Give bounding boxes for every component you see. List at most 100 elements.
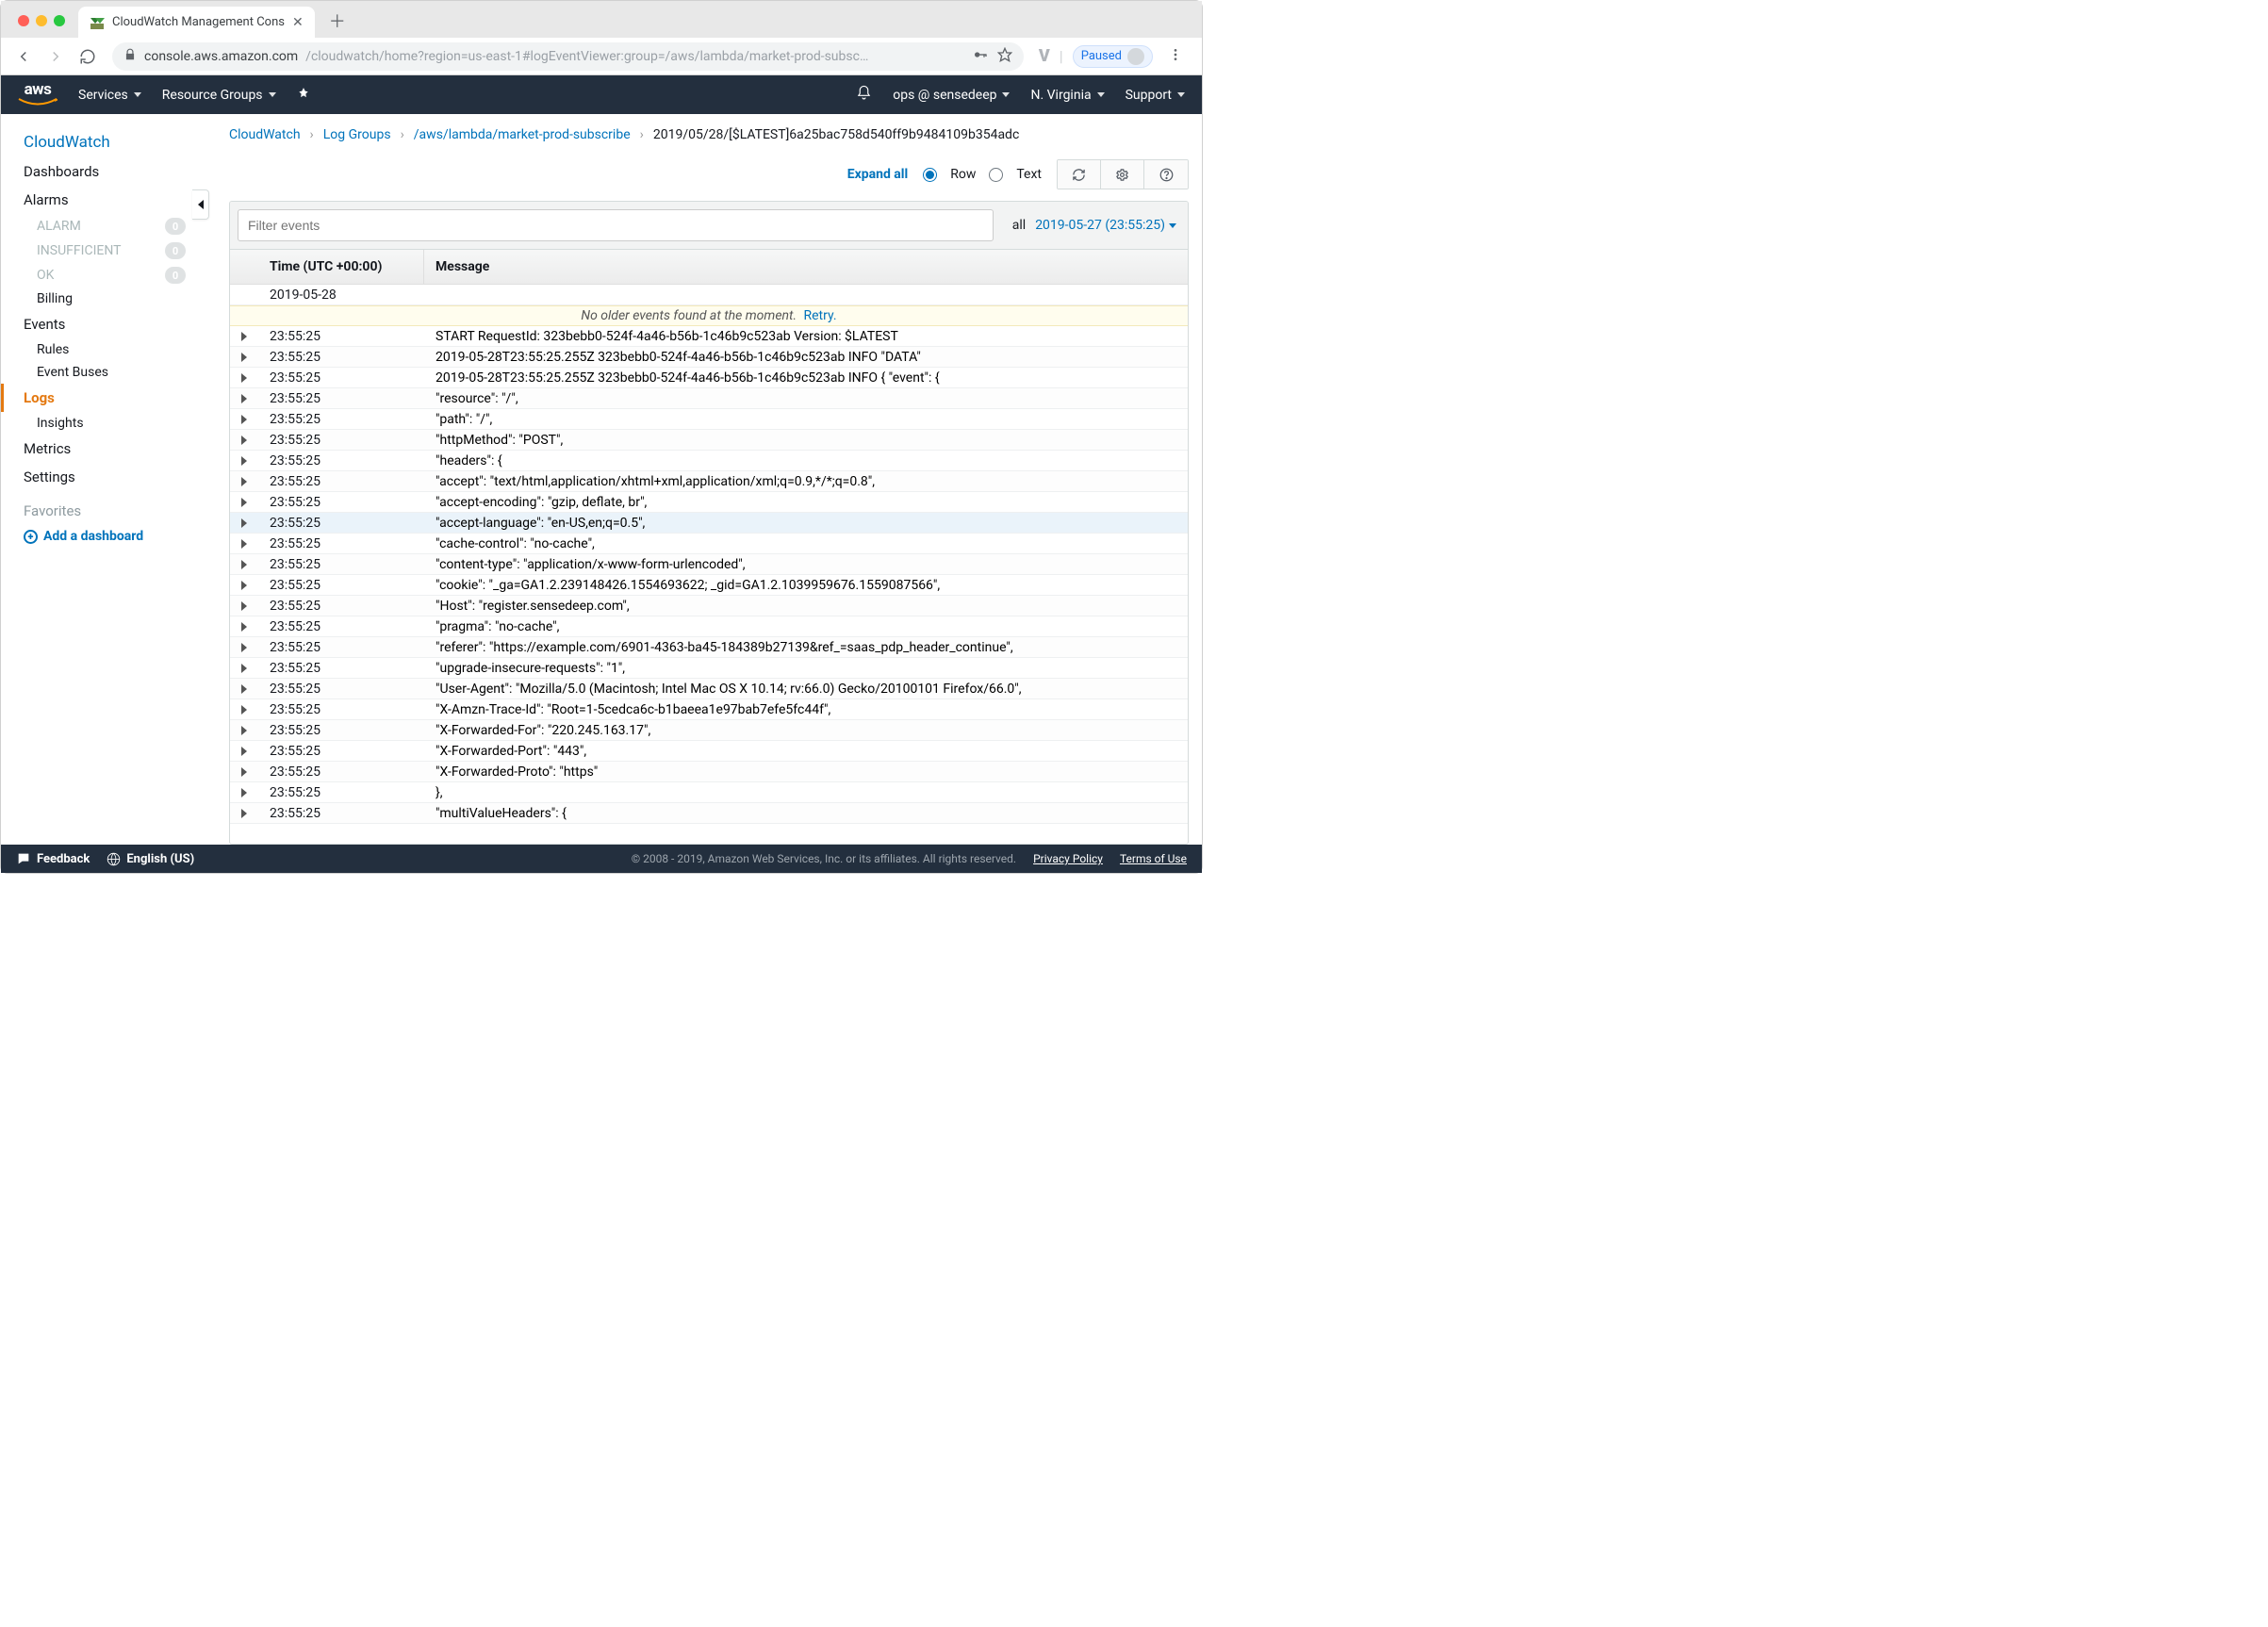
- log-row[interactable]: 23:55:25"cookie": "_ga=GA1.2.239148426.1…: [230, 575, 1188, 596]
- nav-region[interactable]: N. Virginia: [1030, 88, 1104, 103]
- log-row[interactable]: 23:55:25"multiValueHeaders": {: [230, 803, 1188, 824]
- terms-link[interactable]: Terms of Use: [1120, 852, 1187, 865]
- add-dashboard-link[interactable]: + Add a dashboard: [1, 525, 208, 548]
- expand-row-icon[interactable]: [230, 622, 258, 632]
- log-row[interactable]: 23:55:25"referer": "https://example.com/…: [230, 637, 1188, 658]
- expand-row-icon[interactable]: [230, 767, 258, 777]
- expand-row-icon[interactable]: [230, 456, 258, 466]
- sidebar-subitem-insufficient[interactable]: INSUFFICIENT0: [1, 238, 208, 263]
- expand-row-icon[interactable]: [230, 726, 258, 735]
- col-message-header[interactable]: Message: [424, 250, 1188, 284]
- sidebar-subitem-rules[interactable]: Rules: [1, 338, 208, 361]
- log-row[interactable]: 23:55:25"X-Forwarded-Proto": "https": [230, 762, 1188, 782]
- notifications-icon[interactable]: [856, 85, 872, 105]
- nav-services[interactable]: Services: [78, 88, 141, 103]
- log-row[interactable]: 23:55:25},: [230, 782, 1188, 803]
- aws-logo[interactable]: aws: [18, 82, 58, 107]
- expand-row-icon[interactable]: [230, 581, 258, 590]
- new-tab-button[interactable]: ＋: [324, 8, 351, 34]
- reload-button[interactable]: [74, 43, 101, 70]
- log-row[interactable]: 23:55:252019-05-28T23:55:25.255Z 323bebb…: [230, 347, 1188, 368]
- log-row[interactable]: 23:55:25"accept-language": "en-US,en;q=0…: [230, 513, 1188, 534]
- log-row[interactable]: 23:55:25"accept-encoding": "gzip, deflat…: [230, 492, 1188, 513]
- log-row[interactable]: 23:55:25"X-Amzn-Trace-Id": "Root=1-5cedc…: [230, 699, 1188, 720]
- key-icon[interactable]: [973, 47, 988, 66]
- expand-row-icon[interactable]: [230, 498, 258, 507]
- nav-support[interactable]: Support: [1126, 88, 1185, 103]
- expand-row-icon[interactable]: [230, 705, 258, 715]
- tab-close-icon[interactable]: ✕: [292, 16, 304, 29]
- url-bar[interactable]: console.aws.amazon.com/cloudwatch/home?r…: [112, 42, 1024, 71]
- scope-all-label[interactable]: all: [1012, 218, 1026, 233]
- crumb-loggroups[interactable]: Log Groups: [323, 127, 391, 142]
- log-row[interactable]: 23:55:25"httpMethod": "POST",: [230, 430, 1188, 451]
- expand-row-icon[interactable]: [230, 684, 258, 694]
- forward-button[interactable]: [42, 43, 69, 70]
- window-maximize-icon[interactable]: [54, 15, 65, 26]
- log-row[interactable]: 23:55:25"Host": "register.sensedeep.com"…: [230, 596, 1188, 616]
- expand-all-link[interactable]: Expand all: [847, 167, 908, 182]
- brave-icon[interactable]: V: [1039, 46, 1050, 66]
- expand-row-icon[interactable]: [230, 809, 258, 818]
- log-row[interactable]: 23:55:25"resource": "/",: [230, 388, 1188, 409]
- sidebar-subitem-insights[interactable]: Insights: [1, 412, 208, 435]
- log-row[interactable]: 23:55:25"pragma": "no-cache",: [230, 616, 1188, 637]
- log-row[interactable]: 23:55:25"X-Forwarded-Port": "443",: [230, 741, 1188, 762]
- retry-link[interactable]: Retry.: [804, 308, 837, 323]
- privacy-link[interactable]: Privacy Policy: [1033, 852, 1103, 865]
- log-row[interactable]: 23:55:25"X-Forwarded-For": "220.245.163.…: [230, 720, 1188, 741]
- window-close-icon[interactable]: [18, 15, 29, 26]
- sidebar-subitem-billing[interactable]: Billing: [1, 288, 208, 310]
- nav-resource-groups[interactable]: Resource Groups: [162, 88, 276, 103]
- log-row[interactable]: 23:55:25"path": "/",: [230, 409, 1188, 430]
- sidebar-item-settings[interactable]: Settings: [1, 463, 208, 491]
- sidebar-subitem-alarm[interactable]: ALARM0: [1, 214, 208, 238]
- sidebar-subitem-ok[interactable]: OK0: [1, 263, 208, 288]
- crumb-group[interactable]: /aws/lambda/market-prod-subscribe: [414, 127, 631, 142]
- log-row[interactable]: 23:55:252019-05-28T23:55:25.255Z 323bebb…: [230, 368, 1188, 388]
- filter-events-input[interactable]: [238, 209, 994, 241]
- sidebar-item-alarms[interactable]: Alarms: [1, 186, 208, 214]
- expand-row-icon[interactable]: [230, 332, 258, 341]
- back-button[interactable]: [10, 43, 37, 70]
- expand-row-icon[interactable]: [230, 664, 258, 673]
- crumb-cloudwatch[interactable]: CloudWatch: [229, 127, 301, 142]
- log-row[interactable]: 23:55:25"accept": "text/html,application…: [230, 471, 1188, 492]
- expand-row-icon[interactable]: [230, 560, 258, 569]
- browser-tab[interactable]: CloudWatch Management Cons ✕: [78, 7, 315, 38]
- log-row[interactable]: 23:55:25"upgrade-insecure-requests": "1"…: [230, 658, 1188, 679]
- star-icon[interactable]: [997, 47, 1012, 66]
- log-row[interactable]: 23:55:25"headers": {: [230, 451, 1188, 471]
- log-row[interactable]: 23:55:25"User-Agent": "Mozilla/5.0 (Maci…: [230, 679, 1188, 699]
- sidebar-item-logs[interactable]: Logs: [1, 384, 208, 412]
- expand-row-icon[interactable]: [230, 788, 258, 797]
- expand-row-icon[interactable]: [230, 643, 258, 652]
- expand-row-icon[interactable]: [230, 415, 258, 424]
- expand-row-icon[interactable]: [230, 394, 258, 403]
- nav-account[interactable]: ops @ sensedeep: [893, 88, 1010, 103]
- sidebar-item-metrics[interactable]: Metrics: [1, 435, 208, 463]
- radio-row[interactable]: [923, 168, 937, 182]
- log-row[interactable]: 23:55:25START RequestId: 323bebb0-524f-4…: [230, 326, 1188, 347]
- expand-row-icon[interactable]: [230, 518, 258, 528]
- expand-row-icon[interactable]: [230, 747, 258, 756]
- sidebar-item-dashboards[interactable]: Dashboards: [1, 157, 208, 186]
- log-row[interactable]: 23:55:25"cache-control": "no-cache",: [230, 534, 1188, 554]
- table-body[interactable]: 2019-05-28 No older events found at the …: [230, 285, 1188, 844]
- browser-menu-icon[interactable]: [1162, 47, 1189, 66]
- expand-row-icon[interactable]: [230, 436, 258, 445]
- sidebar-subitem-event-buses[interactable]: Event Buses: [1, 361, 208, 384]
- window-minimize-icon[interactable]: [36, 15, 47, 26]
- expand-row-icon[interactable]: [230, 353, 258, 362]
- filter-date-picker[interactable]: 2019-05-27 (23:55:25): [1035, 218, 1176, 233]
- sidebar-item-events[interactable]: Events: [1, 310, 208, 338]
- nav-pin-icon[interactable]: [297, 87, 310, 104]
- col-time-header[interactable]: Time (UTC +00:00): [258, 250, 424, 284]
- feedback-link[interactable]: Feedback: [16, 851, 90, 866]
- refresh-button[interactable]: [1058, 160, 1101, 189]
- settings-button[interactable]: [1101, 160, 1144, 189]
- sidebar-collapse-button[interactable]: [192, 189, 209, 220]
- expand-row-icon[interactable]: [230, 601, 258, 611]
- radio-text[interactable]: [989, 168, 1003, 182]
- sidebar-brand[interactable]: CloudWatch: [1, 127, 208, 157]
